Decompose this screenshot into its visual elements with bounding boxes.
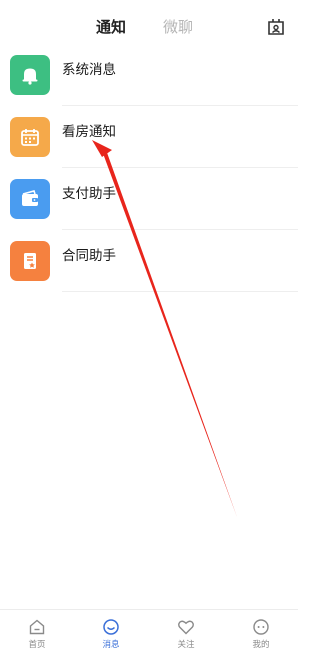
bell-icon xyxy=(10,55,50,95)
list-item-system-messages[interactable]: 系统消息 xyxy=(0,44,298,106)
list-item-payment-assistant[interactable]: 支付助手 xyxy=(0,168,298,230)
contract-icon xyxy=(10,241,50,281)
nav-label: 关注 xyxy=(177,640,195,650)
message-list: 系统消息 看房通知 支付助手 合同助手 xyxy=(0,44,298,292)
list-item-label: 支付助手 xyxy=(62,186,116,202)
list-item-label: 看房通知 xyxy=(62,124,116,140)
message-icon xyxy=(103,619,119,635)
header: 通知 微聊 xyxy=(0,0,298,50)
tab-chat[interactable]: 微聊 xyxy=(163,18,193,36)
list-item-label: 合同助手 xyxy=(62,248,116,264)
contact-card-icon[interactable] xyxy=(266,17,286,37)
heart-icon xyxy=(178,620,194,635)
tab-notifications[interactable]: 通知 xyxy=(96,18,126,36)
nav-profile[interactable]: 我的 xyxy=(224,610,298,650)
nav-follow[interactable]: 关注 xyxy=(149,610,223,650)
nav-label: 消息 xyxy=(102,640,120,650)
list-item-contract-assistant[interactable]: 合同助手 xyxy=(0,230,298,292)
nav-messages[interactable]: 消息 xyxy=(74,610,148,650)
nav-label: 首页 xyxy=(28,640,46,650)
nav-home[interactable]: 首页 xyxy=(0,610,74,650)
list-item-label: 系统消息 xyxy=(62,62,116,78)
nav-label: 我的 xyxy=(252,640,270,650)
divider xyxy=(62,291,298,292)
calendar-icon xyxy=(10,117,50,157)
home-icon xyxy=(29,619,45,635)
bottom-nav: 首页 消息 关注 我的 xyxy=(0,609,298,650)
profile-icon xyxy=(253,619,269,635)
wallet-icon xyxy=(10,179,50,219)
list-item-viewing-notice[interactable]: 看房通知 xyxy=(0,106,298,168)
